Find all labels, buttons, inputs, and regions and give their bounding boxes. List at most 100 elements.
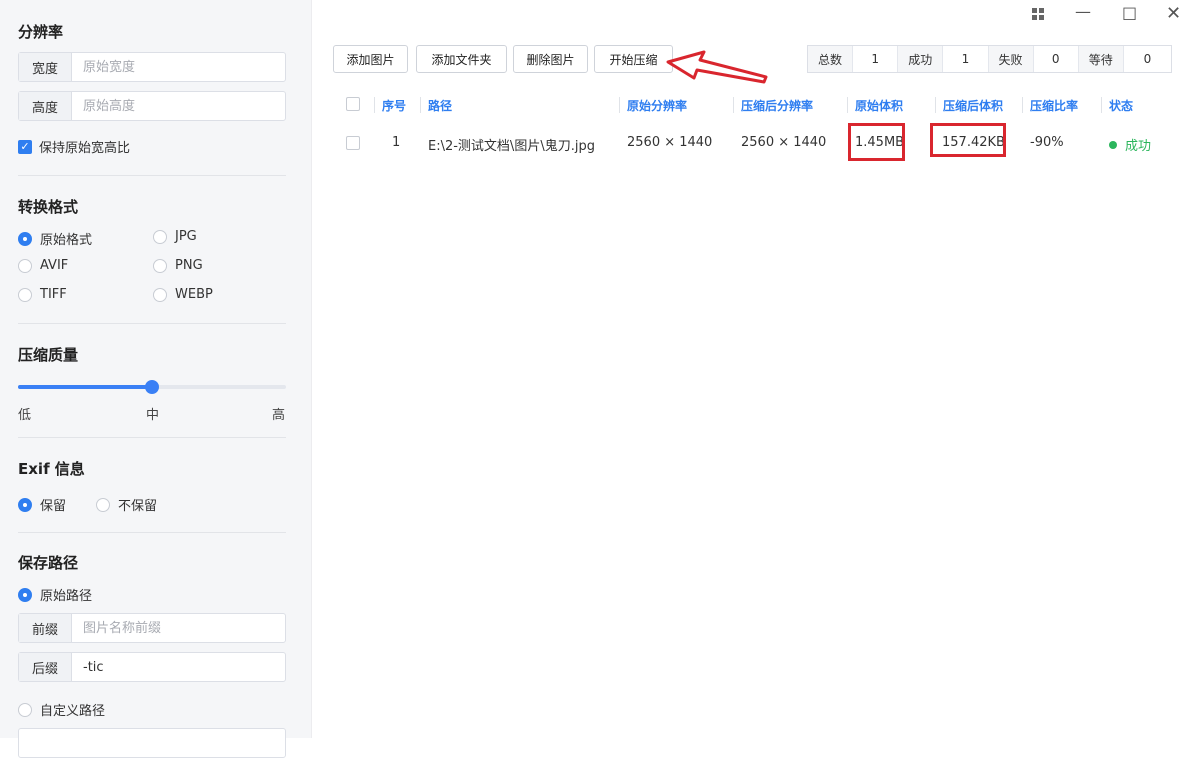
radio-label: PNG [175, 258, 203, 273]
add-image-button[interactable]: 添加图片 [333, 45, 408, 73]
custom-path-radio[interactable]: 自定义路径 [18, 700, 105, 719]
delete-image-button[interactable]: 删除图片 [513, 45, 588, 73]
column-separator [1022, 97, 1023, 113]
radio-icon [153, 229, 167, 244]
exif-keep-radio[interactable]: 保留 [18, 495, 66, 514]
row-orig-res: 2560 × 1440 [627, 135, 713, 150]
prefix-input[interactable] [72, 614, 285, 642]
header-new-size[interactable]: 压缩后体积 [943, 97, 1003, 114]
height-input[interactable] [72, 92, 285, 120]
radio-label: AVIF [40, 258, 69, 273]
quality-high-label: 高 [272, 408, 286, 423]
row-path: E:\2-测试文档\图片\鬼刀.jpg [428, 139, 595, 154]
custom-path-field[interactable] [18, 728, 286, 758]
column-separator [1101, 97, 1102, 113]
radio-icon [153, 258, 167, 273]
total-value: 1 [853, 46, 899, 72]
divider [18, 437, 286, 438]
format-jpg-radio[interactable]: JPG [153, 229, 197, 244]
format-original-radio[interactable]: 原始格式 [18, 229, 92, 248]
width-input[interactable] [72, 53, 285, 81]
radio-label: 不保留 [118, 499, 158, 514]
suffix-input[interactable] [72, 653, 285, 681]
height-label: 高度 [19, 92, 72, 120]
settings-sidebar: 分辨率 宽度 高度 ✓ 保持原始宽高比 转换格式 原始格式 JPG AVIF P… [0, 0, 312, 758]
header-orig-size[interactable]: 原始体积 [855, 97, 903, 114]
check-icon: ✓ [18, 139, 32, 154]
format-tiff-radio[interactable]: TIFF [18, 287, 67, 302]
quality-slider[interactable] [18, 380, 286, 394]
maximize-icon[interactable]: □ [1122, 3, 1137, 22]
divider [18, 175, 286, 176]
add-folder-button[interactable]: 添加文件夹 [416, 45, 507, 73]
prefix-field: 前缀 [18, 613, 286, 643]
header-new-res[interactable]: 压缩后分辨率 [741, 97, 813, 114]
close-icon[interactable]: ✕ [1166, 3, 1181, 24]
quality-mid-label: 中 [146, 408, 160, 423]
radio-icon [153, 287, 167, 302]
format-webp-radio[interactable]: WEBP [153, 287, 213, 302]
radio-selected-icon [18, 497, 32, 512]
resolution-title: 分辨率 [18, 23, 64, 41]
quality-low-label: 低 [18, 408, 32, 423]
radio-label: 保留 [40, 499, 67, 514]
success-value: 1 [943, 46, 989, 72]
radio-icon [96, 497, 110, 512]
divider [18, 323, 286, 324]
radio-label: 原始路径 [40, 589, 93, 604]
wait-label: 等待 [1078, 46, 1124, 72]
stats-bar: 总数 1 成功 1 失败 0 等待 0 [807, 45, 1172, 73]
row-index: 1 [392, 135, 401, 150]
radio-icon [18, 258, 32, 273]
annotation-arrow-icon [666, 50, 768, 84]
radio-label: WEBP [175, 287, 213, 302]
quality-slider-handle[interactable] [145, 380, 159, 394]
fail-value: 0 [1034, 46, 1079, 72]
column-separator [420, 97, 421, 113]
radio-selected-icon [18, 587, 32, 602]
row-new-res: 2560 × 1440 [741, 135, 827, 150]
header-index[interactable]: 序号 [382, 97, 406, 114]
save-path-title: 保存路径 [18, 554, 79, 572]
prefix-label: 前缀 [19, 614, 72, 642]
row-checkbox[interactable] [346, 136, 360, 150]
radio-icon [18, 702, 32, 717]
radio-label: JPG [175, 229, 197, 244]
header-path[interactable]: 路径 [428, 97, 452, 114]
radio-label: 原始格式 [40, 233, 93, 248]
fail-label: 失败 [988, 46, 1034, 72]
row-ratio: -90% [1030, 135, 1064, 150]
format-title: 转换格式 [18, 198, 79, 216]
status-dot-icon [1109, 140, 1117, 149]
keep-ratio-checkbox[interactable]: ✓ 保持原始宽高比 [18, 137, 130, 156]
width-field: 宽度 [18, 52, 286, 82]
quality-title: 压缩质量 [18, 346, 79, 364]
header-status[interactable]: 状态 [1109, 97, 1133, 114]
header-ratio[interactable]: 压缩比率 [1030, 97, 1078, 114]
suffix-label: 后缀 [19, 653, 72, 681]
radio-label: TIFF [40, 287, 67, 302]
original-path-radio[interactable]: 原始路径 [18, 585, 92, 604]
column-separator [847, 97, 848, 113]
divider [18, 532, 286, 533]
row-status: 成功 [1109, 135, 1151, 154]
width-label: 宽度 [19, 53, 72, 81]
radio-icon [18, 287, 32, 302]
grid-icon[interactable] [1031, 6, 1045, 25]
header-orig-res[interactable]: 原始分辨率 [627, 97, 687, 114]
highlight-box-orig-size [848, 123, 905, 161]
suffix-field: 后缀 [18, 652, 286, 682]
total-label: 总数 [808, 46, 854, 72]
height-field: 高度 [18, 91, 286, 121]
exif-discard-radio[interactable]: 不保留 [96, 495, 157, 514]
radio-selected-icon [18, 231, 32, 246]
column-separator [619, 97, 620, 113]
format-png-radio[interactable]: PNG [153, 258, 203, 273]
exif-title: Exif 信息 [18, 460, 85, 478]
format-avif-radio[interactable]: AVIF [18, 258, 68, 273]
minimize-icon[interactable]: — [1075, 2, 1091, 21]
wait-value: 0 [1143, 52, 1152, 66]
select-all-checkbox[interactable] [346, 97, 360, 111]
column-separator [374, 97, 375, 113]
column-separator [733, 97, 734, 113]
